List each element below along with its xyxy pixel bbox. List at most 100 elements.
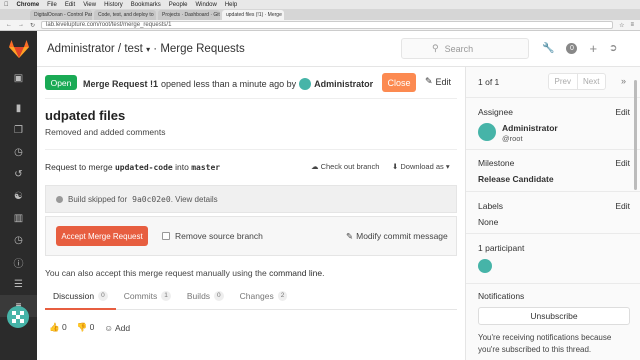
assignee-label: Assignee [478,107,513,117]
next-button[interactable]: Next [578,74,606,89]
breadcrumb: Administrator / test ▾ · Merge Requests [47,43,245,55]
remove-source-branch-option[interactable]: Remove source branch [162,231,263,241]
labels-label: Labels [478,201,504,211]
divider [466,283,640,284]
forward-icon[interactable]: → [18,22,24,28]
chevron-down-icon[interactable]: ▾ [146,45,150,54]
nav-files-icon[interactable]: ❐ [0,119,37,141]
edit-label: Edit [435,76,452,87]
reload-icon[interactable]: ↻ [30,22,35,29]
labels-section: Labels Edit None [478,201,630,227]
browser-tab-active[interactable]: updated files (!1) · Merge [222,10,284,20]
nav-history-icon[interactable]: ↺ [0,163,37,185]
nav-wiki-icon[interactable]: ☰ [0,273,37,295]
breadcrumb-project[interactable]: Administrator / test [47,43,143,55]
mr-author[interactable]: Administrator [314,79,373,89]
browser-menu-icon[interactable]: ≡ [630,22,634,28]
admin-wrench-icon[interactable]: 🔧 [542,43,554,54]
unsubscribe-button[interactable]: Unsubscribe [478,307,630,325]
todo-count-badge[interactable]: 0 [566,43,578,54]
assignee-edit-link[interactable]: Edit [615,107,630,117]
nav-activity-icon[interactable]: ▣ [0,67,37,89]
download-as-dropdown[interactable]: ⬇ Download as ▾ [392,162,450,171]
menu-window[interactable]: Window [195,2,216,8]
menu-help[interactable]: Help [225,2,237,8]
command-line-link[interactable]: command line [269,268,322,278]
thumbs-up-icon: 👍 [49,322,60,332]
build-skipped-icon [56,195,63,203]
accept-merge-request-button[interactable]: Accept Merge Request [56,226,148,246]
gitlab-fox-icon [8,40,29,58]
browser-tab-bar: DigitalOcean - Control Pan Code, test, a… [0,9,640,20]
participant-avatar[interactable] [478,259,492,273]
build-sha[interactable]: 9a0c02e0 [132,195,171,204]
nav-clock-icon[interactable]: ◷ [0,229,37,251]
thumbs-down-button[interactable]: 👎 0 [77,322,95,333]
labels-edit-link[interactable]: Edit [615,201,630,211]
browser-tab[interactable]: Code, test, and deploy to [94,10,156,20]
bookmark-star-icon[interactable]: ☆ [619,22,624,29]
close-button[interactable]: Close [382,73,416,92]
search-input[interactable]: ⚲ Search [401,38,529,59]
notifications-section: Notifications Unsubscribe You're receivi… [478,291,630,356]
mr-opened-text: opened less than a minute ago by [161,79,297,89]
apple-icon[interactable]:  [4,2,9,8]
divider [466,149,640,150]
cloud-download-icon: ☁ [311,162,319,171]
plus-icon[interactable]: + [589,41,597,56]
add-emoji-button[interactable]: ☺ Add [104,323,130,333]
milestone-section: Milestone Edit Release Candidate [478,158,630,184]
tab-label: Changes [239,291,274,301]
browser-tab[interactable]: Projects · Dashboard · Git [158,10,220,20]
add-emoji-label: Add [115,322,131,333]
milestone-value[interactable]: Release Candidate [478,174,630,184]
menu-edit[interactable]: Edit [65,2,75,8]
edit-icon: ✎ [425,76,433,86]
mr-ref: Merge Request !1 [83,79,159,89]
nav-commits-icon[interactable]: ◷ [0,141,37,163]
address-bar[interactable]: lab.levelupture.com/root/test/merge_requ… [41,21,614,29]
smiley-icon: ☺ [104,322,114,333]
menu-people[interactable]: People [169,2,188,8]
menu-history[interactable]: History [104,2,123,8]
scrollbar[interactable] [634,80,637,190]
tab-builds[interactable]: Builds 0 [179,288,232,310]
breadcrumb-section[interactable]: · Merge Requests [153,43,244,55]
modify-commit-message-button[interactable]: ✎ Modify commit message [346,231,448,242]
header-icons: 🔧 0 + ➲ [542,41,617,56]
search-icon: ⚲ [432,43,439,53]
checkout-branch-button[interactable]: ☁ Check out branch [311,162,379,171]
mr-description: Removed and added comments [45,127,166,137]
remove-source-checkbox[interactable] [162,232,170,240]
collapse-sidebar-icon[interactable]: » [621,76,626,86]
user-avatar[interactable] [7,306,29,328]
nav-bookmark-icon[interactable]: ▮ [0,97,37,119]
gitlab-logo[interactable] [0,31,37,67]
tab-commits[interactable]: Commits 1 [116,288,179,310]
nav-network-icon[interactable]: ☯ [0,185,37,207]
nav-graphs-icon[interactable]: ▥ [0,207,37,229]
app-name[interactable]: Chrome [17,2,40,8]
tab-label: Commits [123,291,158,301]
manual-merge-hint: You can also accept this merge request m… [45,268,324,278]
back-icon[interactable]: ← [6,22,12,28]
divider [466,233,640,234]
author-avatar[interactable] [299,78,312,90]
notifications-label: Notifications [478,291,525,301]
manual-text: You can also accept this merge request m… [45,268,267,278]
milestone-edit-link[interactable]: Edit [615,158,630,168]
prev-button[interactable]: Prev [549,74,578,89]
thumbs-up-button[interactable]: 👍 0 [49,322,67,333]
tab-changes[interactable]: Changes 2 [232,288,296,310]
menu-view[interactable]: View [83,2,96,8]
menu-file[interactable]: File [47,2,57,8]
sign-out-icon[interactable]: ➲ [609,43,617,54]
milestone-label: Milestone [478,158,515,168]
menu-bookmarks[interactable]: Bookmarks [131,2,161,8]
tab-discussion[interactable]: Discussion 0 [45,288,116,310]
nav-issues-icon[interactable]: ⓘ [0,251,37,273]
assignee-user[interactable]: Administrator @root [478,123,630,143]
browser-tab[interactable]: DigitalOcean - Control Pan [30,10,92,20]
edit-button[interactable]: ✎ Edit [425,76,451,87]
view-details-link[interactable]: . View details [171,195,218,204]
